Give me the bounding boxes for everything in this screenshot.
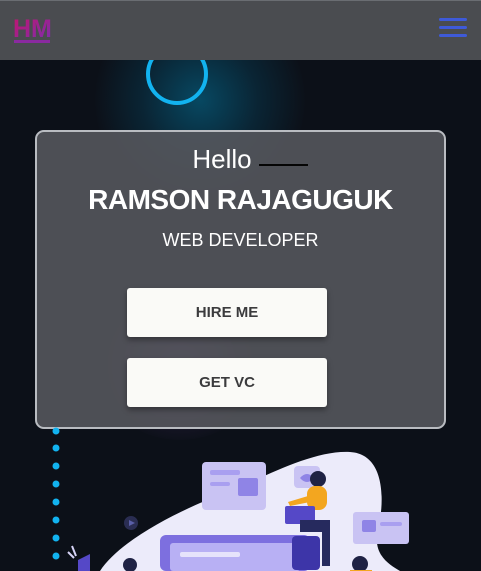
- greeting-text: Hello: [192, 144, 252, 174]
- greeting-underline: [259, 164, 308, 166]
- developer-name: RAMSON RAJAGUGUK: [88, 184, 393, 215]
- developer-illustration: [67, 451, 409, 571]
- developer-role: WEB DEVELOPER: [162, 230, 319, 250]
- hire-me-button[interactable]: HIRE ME: [127, 288, 327, 337]
- logo-icon[interactable]: HM: [12, 13, 52, 47]
- svg-text:HM: HM: [13, 15, 52, 43]
- get-cv-button[interactable]: GET VC: [127, 358, 327, 407]
- hero-card: Hello RAMSON RAJAGUGUK WEB DEVELOPER HIR…: [35, 130, 446, 429]
- hamburger-menu-icon[interactable]: [439, 18, 467, 40]
- site-header: HM: [0, 0, 481, 60]
